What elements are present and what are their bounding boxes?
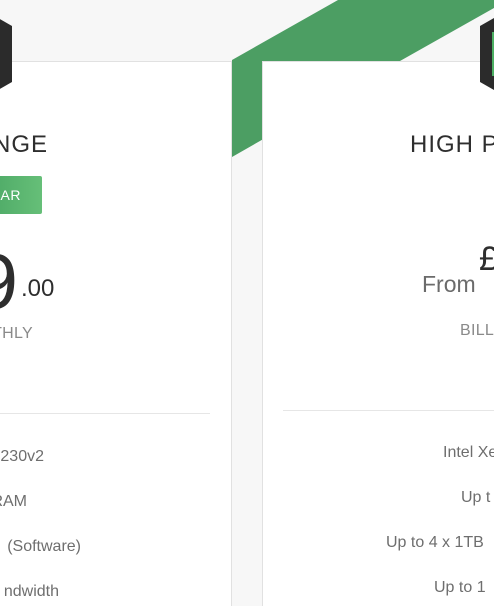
price-amount: 9 <box>0 242 18 320</box>
billing-period: THLY <box>0 325 33 342</box>
plan-title: HIGH P <box>410 131 494 158</box>
card-divider <box>283 410 494 411</box>
card-divider <box>0 413 210 414</box>
plan-title: NGE <box>0 131 48 158</box>
feature-item-cpu: 230v2 <box>0 448 44 465</box>
feature-item-cpu: Intel Xe <box>443 444 494 461</box>
price-currency: £ <box>479 240 494 278</box>
billing-period: BILL <box>460 322 494 339</box>
feature-item-ram: Up t <box>461 489 491 506</box>
hexagon-badge-icon <box>480 18 494 90</box>
feature-item-storage: Up to 4 x 1TB <box>386 534 484 551</box>
price-from-label: From <box>422 271 476 297</box>
pricing-table-view: NGE LAR 9 .00 THLY 230v2 RAM (Software) … <box>0 0 494 606</box>
feature-item-raid: (Software) <box>7 538 81 555</box>
plan-badge-button[interactable]: LAR <box>0 176 42 214</box>
price-cents: .00 <box>21 275 55 302</box>
feature-item-bandwidth: ndwidth <box>3 583 59 600</box>
hexagon-badge-icon <box>0 19 12 89</box>
feature-item-bandwidth: Up to 1 <box>434 579 486 596</box>
feature-item-ram: RAM <box>0 493 27 510</box>
